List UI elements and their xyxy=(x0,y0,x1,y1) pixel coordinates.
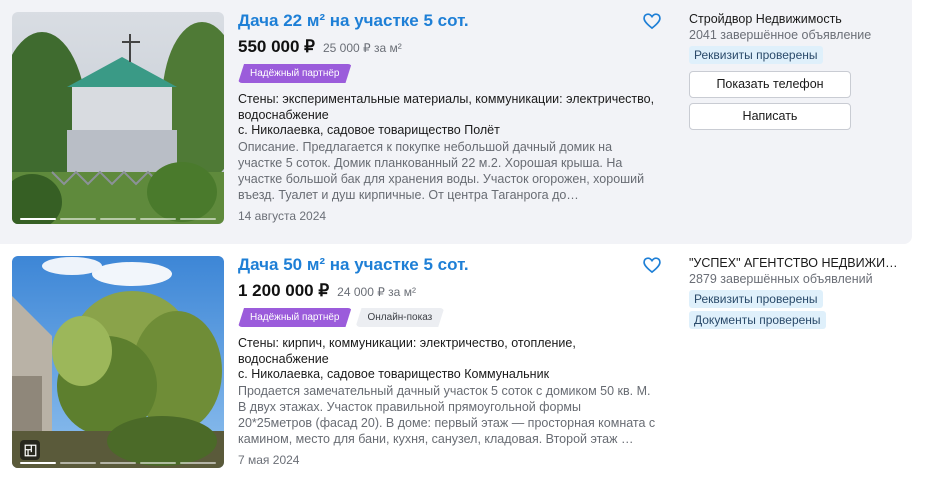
listing-title-link[interactable]: Дача 22 м² на участке 5 сот. xyxy=(238,10,658,32)
write-message-button[interactable]: Написать xyxy=(689,103,851,130)
favorite-button[interactable] xyxy=(642,255,662,275)
price-per-m2: 25 000 ₽ за м² xyxy=(323,41,402,55)
online-showing-badge[interactable]: Онлайн-показ xyxy=(356,308,445,327)
listing-title-link[interactable]: Дача 50 м² на участке 5 сот. xyxy=(238,254,658,276)
walls-communications: Стены: экспериментальные материалы, комм… xyxy=(238,92,655,122)
requisites-verified-badge: Реквизиты проверены xyxy=(689,46,823,64)
photo-carousel-indicator xyxy=(20,218,216,220)
seller-name[interactable]: Стройдвор Недвижимость xyxy=(689,11,899,27)
show-phone-button[interactable]: Показать телефон xyxy=(689,71,851,98)
listing-date: 7 мая 2024 xyxy=(238,452,300,467)
photo-carousel-indicator xyxy=(20,462,216,464)
listing-price: 1 200 000 ₽ xyxy=(238,281,330,300)
listing-description: Продается замечательный дачный участок 5… xyxy=(238,383,656,446)
reliable-partner-badge[interactable]: Надёжный партнёр xyxy=(238,308,352,327)
listing-card[interactable]: Дача 50 м² на участке 5 сот. 1 200 000 ₽… xyxy=(0,246,912,478)
listing-description: Описание. Предлагается к покупке небольш… xyxy=(238,139,645,202)
favorite-button[interactable] xyxy=(642,11,662,31)
walls-communications: Стены: кирпич, коммуникации: электричест… xyxy=(238,336,576,366)
listing-address: с. Николаевка, садовое товарищество Комм… xyxy=(238,367,550,381)
seller-deals-count: 2041 завершённое объявление xyxy=(689,28,872,42)
listing-info: Дача 22 м² на участке 5 сот. 550 000 ₽ 2… xyxy=(238,10,658,224)
floor-plan-icon xyxy=(24,444,36,456)
heart-outline-icon xyxy=(643,257,661,274)
badges-row: Надёжный партнёр Онлайн-показ xyxy=(238,308,658,327)
documents-verified-badge: Документы проверены xyxy=(689,311,826,329)
heart-outline-icon xyxy=(643,13,661,30)
listing-address: с. Николаевка, садовое товарищество Полё… xyxy=(238,123,500,137)
price-per-m2: 24 000 ₽ за м² xyxy=(337,285,416,299)
badges-row: Надёжный партнёр xyxy=(238,64,658,83)
seller-deals-count: 2879 завершённых объявлений xyxy=(689,272,873,286)
listing-card[interactable]: Дача 22 м² на участке 5 сот. 550 000 ₽ 2… xyxy=(0,0,912,244)
floor-plan-button[interactable] xyxy=(20,440,40,460)
listing-photo[interactable] xyxy=(12,12,224,224)
listing-date: 14 августа 2024 xyxy=(238,208,327,223)
reliable-partner-badge[interactable]: Надёжный партнёр xyxy=(238,64,352,83)
price-row: 550 000 ₽ 25 000 ₽ за м² xyxy=(238,36,658,58)
listing-photo[interactable] xyxy=(12,256,224,468)
requisites-verified-badge: Реквизиты проверены xyxy=(689,290,823,308)
house-photo-image xyxy=(12,12,224,224)
listing-info: Дача 50 м² на участке 5 сот. 1 200 000 ₽… xyxy=(238,254,658,468)
seller-block: Стройдвор Недвижимость 2041 завершённое … xyxy=(689,11,899,130)
garden-photo-image xyxy=(12,256,224,468)
listing-price: 550 000 ₽ xyxy=(238,37,315,56)
seller-name[interactable]: "УСПЕХ" АГЕНТСТВО НЕДВИЖИ… xyxy=(689,255,899,271)
price-row: 1 200 000 ₽ 24 000 ₽ за м² xyxy=(238,280,658,302)
seller-block: "УСПЕХ" АГЕНТСТВО НЕДВИЖИ… 2879 завершён… xyxy=(689,255,899,329)
